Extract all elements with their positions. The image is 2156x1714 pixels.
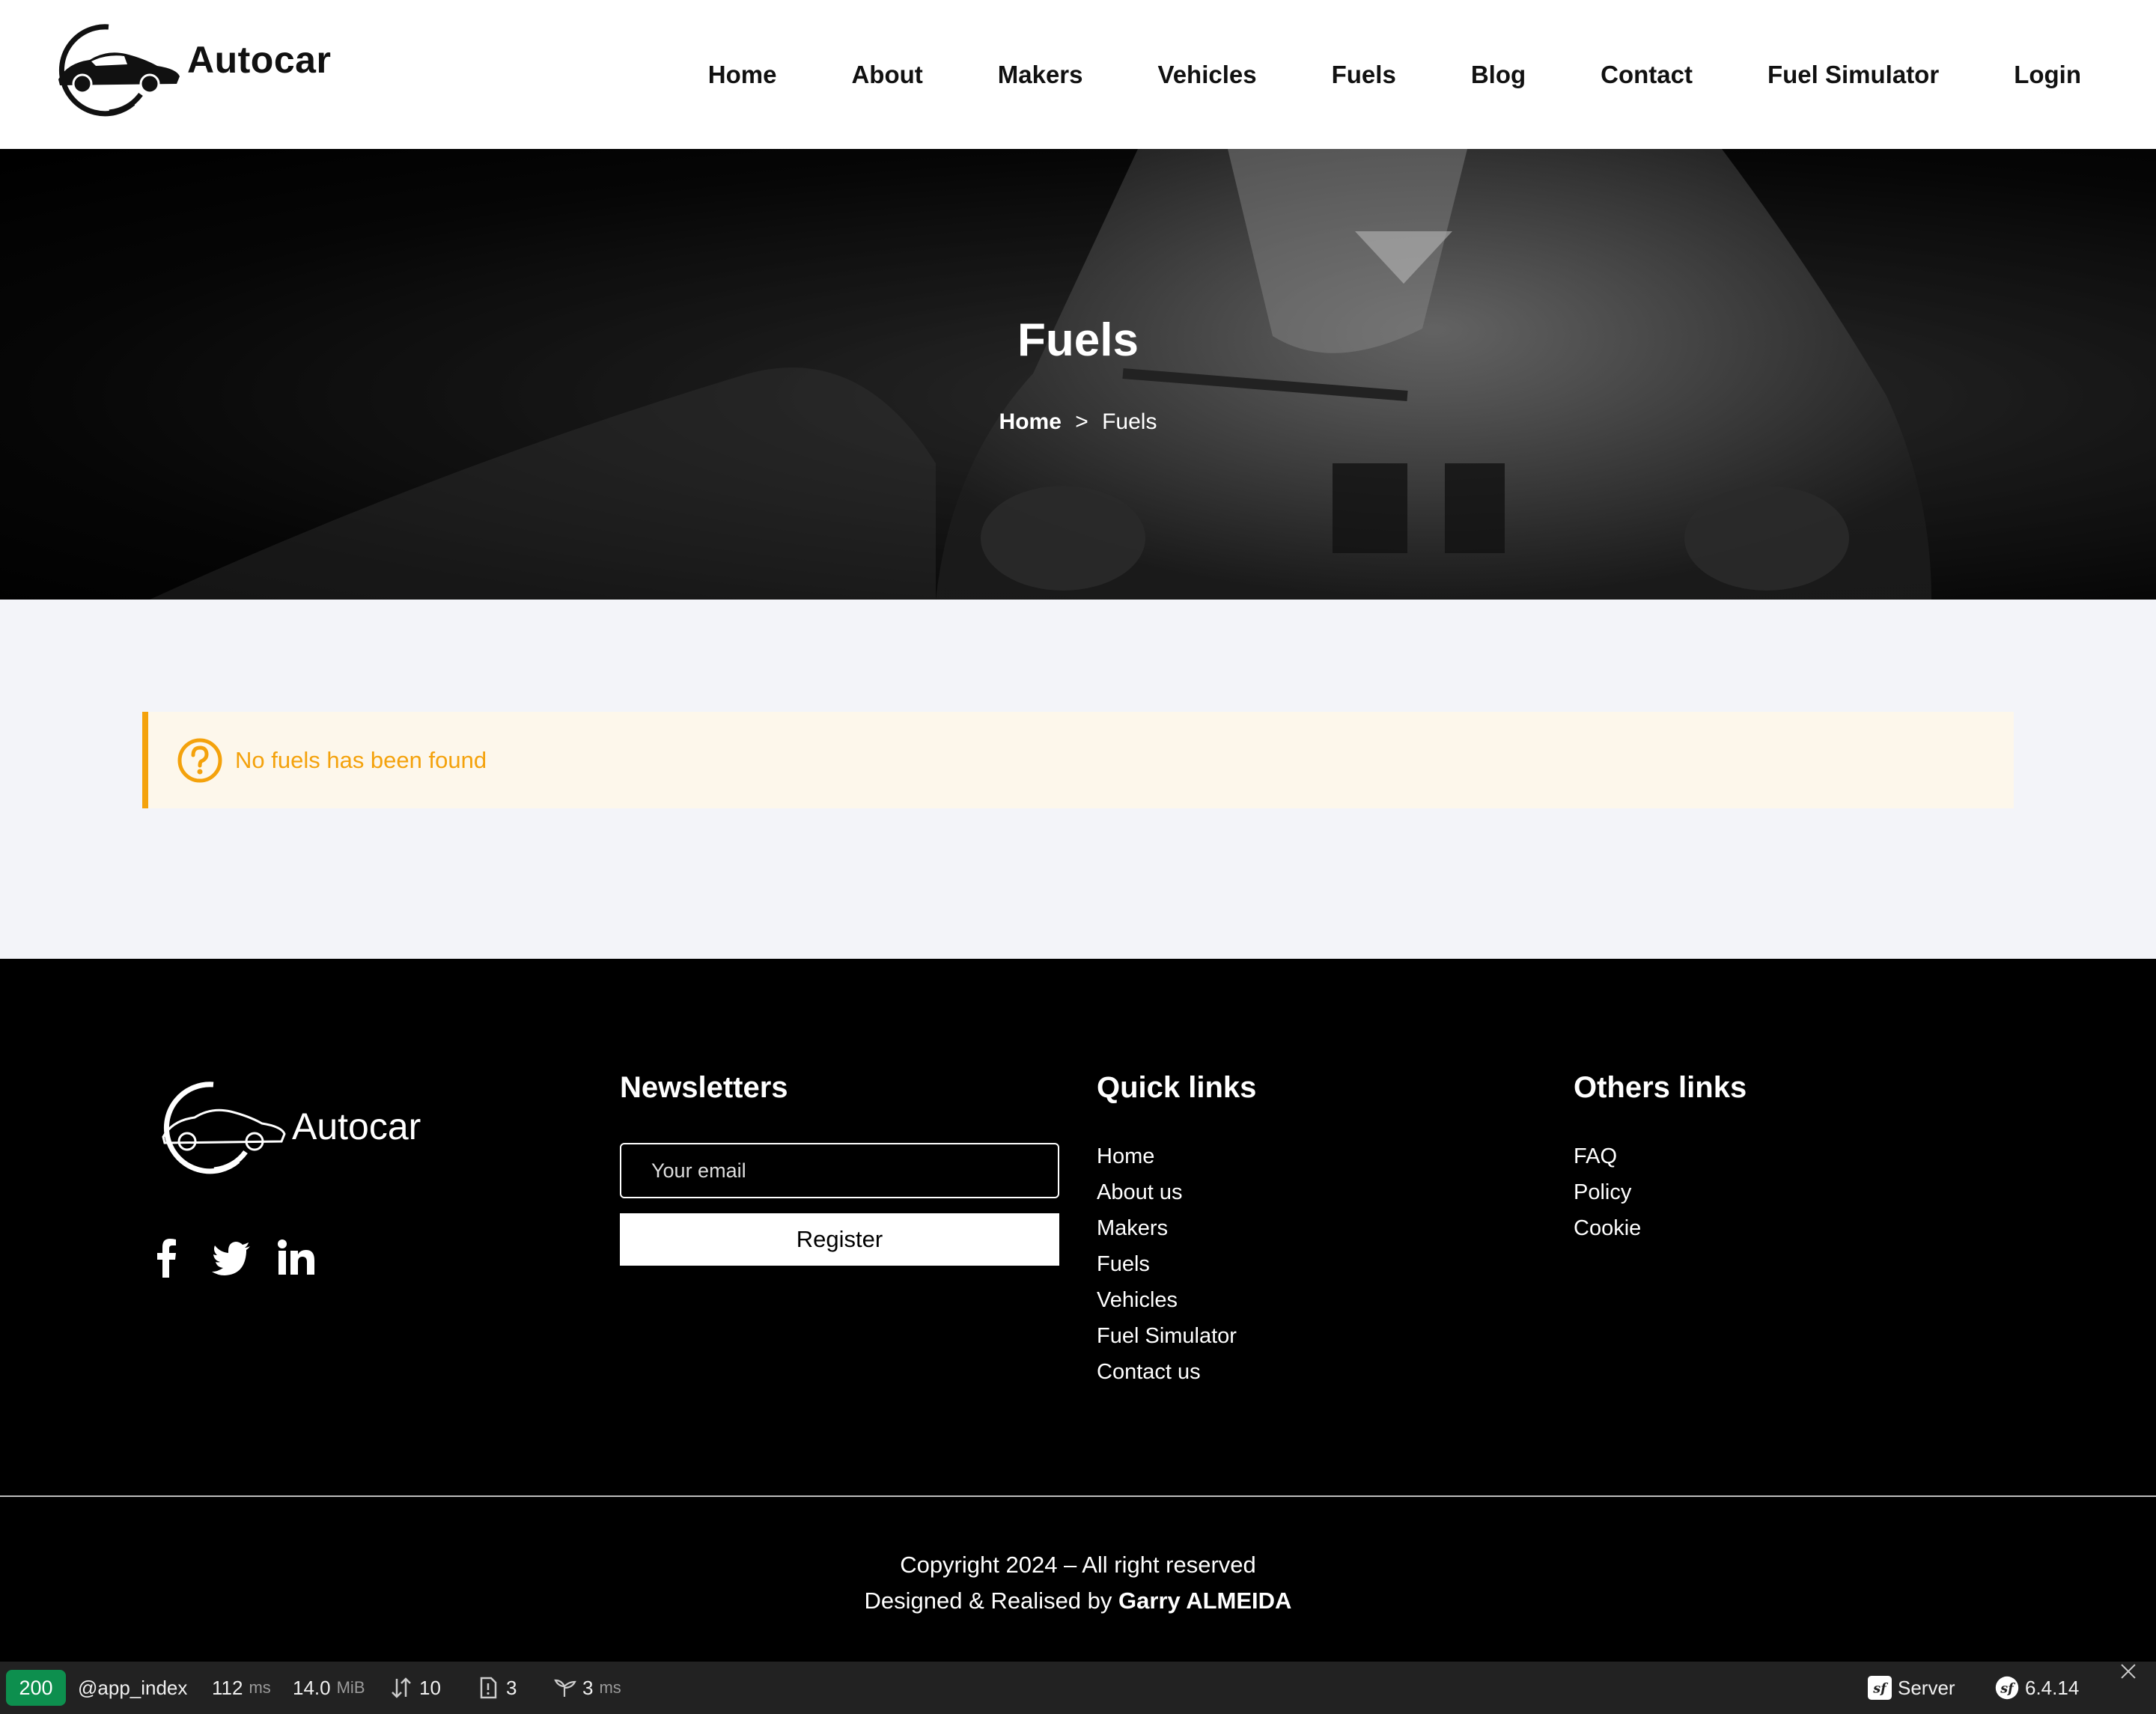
server-item[interactable]: sf Server <box>1868 1662 1955 1714</box>
site-footer: Autocar Newsletters Register Quick links… <box>0 959 2156 1662</box>
breadcrumb-home-link[interactable]: Home <box>999 409 1062 434</box>
twitter-icon[interactable] <box>211 1237 253 1279</box>
nav-home[interactable]: Home <box>708 52 777 97</box>
twig-leaf-icon <box>554 1679 576 1697</box>
memory-value: 14.0 <box>293 1677 331 1699</box>
quick-link-fuel-simulator[interactable]: Fuel Simulator <box>1097 1318 1237 1354</box>
logs-item[interactable]: 3 <box>476 1662 517 1714</box>
twig-item[interactable]: 3 ms <box>552 1662 621 1714</box>
brand-name: Autocar <box>187 39 332 81</box>
question-circle-icon <box>177 738 222 782</box>
linkedin-icon[interactable] <box>275 1237 317 1279</box>
copyright-text: Copyright 2024 – All right reserved <box>900 1552 1256 1578</box>
brand-logo-link[interactable]: Autocar <box>37 21 331 117</box>
quick-links-list: Home About us Makers Fuels Vehicles Fuel… <box>1097 1138 1237 1390</box>
toolbar-close-button[interactable] <box>2119 1662 2138 1681</box>
footer-brand-name: Autocar <box>292 1105 421 1147</box>
symfony-logo-icon: sf <box>1868 1676 1892 1700</box>
memory-unit: MiB <box>336 1678 365 1697</box>
breadcrumb-current: Fuels <box>1102 409 1157 434</box>
quick-link-contact[interactable]: Contact us <box>1097 1354 1237 1390</box>
social-links <box>147 1237 317 1279</box>
designer-name: Garry ALMEIDA <box>1118 1588 1292 1614</box>
nav-contact[interactable]: Contact <box>1601 52 1693 97</box>
breadcrumb-separator: > <box>1075 409 1088 434</box>
footer-brand[interactable]: Autocar <box>142 1079 421 1174</box>
site-header: Autocar Home About Makers Vehicles Fuels… <box>0 0 2156 149</box>
version-item[interactable]: sf 6.4.14 <box>1995 1662 2079 1714</box>
nav-blog[interactable]: Blog <box>1471 52 1526 97</box>
other-link-cookie[interactable]: Cookie <box>1574 1210 1641 1246</box>
footer-divider <box>0 1495 2156 1497</box>
facebook-icon[interactable] <box>147 1237 189 1279</box>
register-button[interactable]: Register <box>620 1213 1059 1266</box>
route-item[interactable]: @app_index <box>78 1662 187 1714</box>
alert-message: No fuels has been found <box>235 746 487 773</box>
logs-count: 3 <box>506 1677 517 1699</box>
twig-value: 3 <box>582 1677 594 1699</box>
quick-link-fuels[interactable]: Fuels <box>1097 1246 1237 1282</box>
quick-link-vehicles[interactable]: Vehicles <box>1097 1282 1237 1318</box>
nav-vehicles[interactable]: Vehicles <box>1158 52 1257 97</box>
server-label: Server <box>1898 1677 1955 1699</box>
nav-fuel-simulator[interactable]: Fuel Simulator <box>1767 52 1939 97</box>
arrows-updown-icon <box>392 1677 411 1698</box>
other-links-list: FAQ Policy Cookie <box>1574 1138 1641 1246</box>
debug-toolbar: 200 @app_index 112 ms 14.0 MiB 10 3 3 ms <box>0 1662 2156 1714</box>
twig-unit: ms <box>599 1678 621 1697</box>
empty-state-alert: No fuels has been found <box>142 712 2014 808</box>
credits-line: Designed & Realised by Garry ALMEIDA <box>0 1583 2156 1619</box>
time-item[interactable]: 112 ms <box>212 1662 271 1714</box>
status-badge[interactable]: 200 <box>6 1670 66 1706</box>
quick-link-makers[interactable]: Makers <box>1097 1210 1237 1246</box>
hero-banner: Fuels Home > Fuels <box>0 149 2156 600</box>
nav-about[interactable]: About <box>851 52 922 97</box>
time-unit: ms <box>249 1678 271 1697</box>
main-content: No fuels has been found <box>0 600 2156 959</box>
nav-fuels[interactable]: Fuels <box>1332 52 1396 97</box>
other-links-title: Others links <box>1574 1071 1747 1104</box>
main-nav: Home About Makers Vehicles Fuels Blog Co… <box>633 52 2081 97</box>
newsletter-email-input[interactable] <box>620 1143 1059 1198</box>
other-link-faq[interactable]: FAQ <box>1574 1138 1641 1174</box>
requests-count: 10 <box>419 1677 441 1699</box>
symfony-logo-icon: sf <box>1995 1676 2019 1700</box>
requests-item[interactable]: 10 <box>389 1662 441 1714</box>
credits-prefix: Designed & Realised by <box>864 1588 1112 1614</box>
quick-link-home[interactable]: Home <box>1097 1138 1237 1174</box>
symfony-version: 6.4.14 <box>2025 1677 2080 1699</box>
nav-makers[interactable]: Makers <box>998 52 1083 97</box>
nav-login[interactable]: Login <box>2014 52 2081 97</box>
page-title: Fuels <box>1017 314 1139 366</box>
close-icon <box>2121 1664 2136 1679</box>
car-logo-icon <box>162 1082 286 1174</box>
copyright-block: Copyright 2024 – All right reserved Desi… <box>0 1547 2156 1619</box>
car-background-image <box>0 149 2156 600</box>
other-link-policy[interactable]: Policy <box>1574 1174 1641 1210</box>
memory-item[interactable]: 14.0 MiB <box>293 1662 365 1714</box>
breadcrumb: Home > Fuels <box>0 409 2156 435</box>
document-alert-icon <box>480 1677 497 1699</box>
quick-link-about[interactable]: About us <box>1097 1174 1237 1210</box>
route-name: @app_index <box>78 1677 188 1699</box>
time-value: 112 <box>212 1677 243 1699</box>
newsletter-title: Newsletters <box>620 1071 788 1104</box>
car-logo-icon <box>58 24 180 117</box>
quick-links-title: Quick links <box>1097 1071 1257 1104</box>
